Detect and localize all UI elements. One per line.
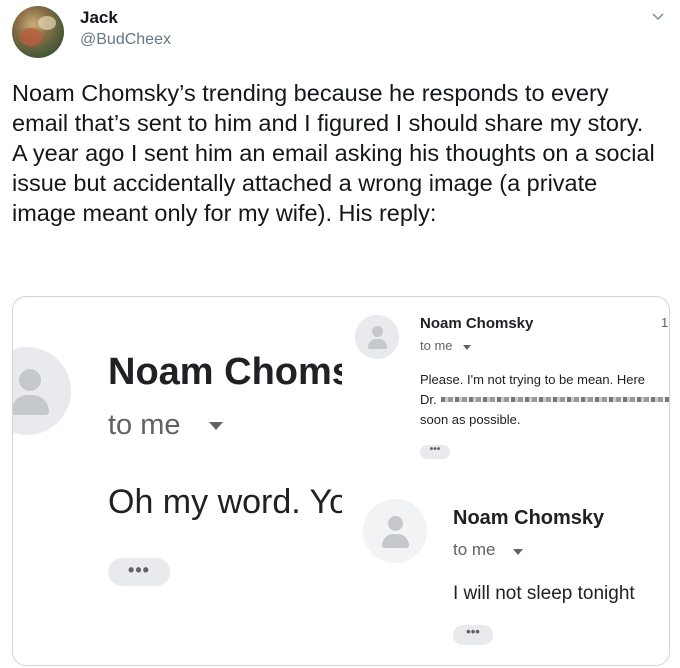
left-email-sender: Noam Choms (108, 351, 342, 393)
caret-down-icon (209, 422, 223, 430)
avatar-body (382, 534, 409, 548)
redaction-bar (441, 397, 669, 402)
avatar-head (388, 516, 403, 531)
sender-avatar (355, 315, 399, 359)
display-name[interactable]: Jack (80, 8, 118, 28)
avatar-detail (20, 28, 42, 46)
avatar-body (13, 395, 49, 415)
avatar-head (19, 369, 41, 391)
bottom-email-recipient: to me (453, 540, 496, 559)
chevron-down-icon[interactable] (650, 8, 666, 24)
avatar-head (372, 326, 383, 337)
avatar-body (368, 339, 387, 349)
top-email-recipient: to me (420, 338, 453, 353)
bottom-email-body: I will not sleep tonight (453, 583, 635, 604)
tweet-media[interactable]: Noam Choms to me Oh my word. Yo ••• Noam… (12, 296, 670, 666)
top-email-line-1: Please. I'm not trying to be mean. Here (420, 372, 646, 387)
top-email-count: 1 (661, 315, 669, 330)
left-email-recipient: to me (108, 409, 181, 441)
profile-avatar[interactable] (12, 6, 64, 58)
left-email-body: Oh my word. Yo (108, 483, 342, 521)
top-email-more-button: ••• (420, 445, 450, 459)
sender-avatar (13, 347, 71, 435)
bottom-email-sender: Noam Chomsky (453, 507, 605, 529)
user-handle[interactable]: @BudCheex (80, 31, 171, 49)
bottom-email-more-button: ••• (453, 625, 493, 645)
sender-avatar (363, 499, 427, 563)
avatar-detail (38, 16, 56, 30)
top-email-line-3: soon as possible. (420, 412, 521, 427)
caret-down-icon (513, 549, 523, 555)
left-email-more-button: ••• (108, 558, 170, 586)
top-email-sender: Noam Chomsky (420, 315, 534, 332)
tweet-text: Noam Chomsky’s trending because he respo… (12, 80, 655, 226)
caret-down-icon (463, 345, 471, 350)
